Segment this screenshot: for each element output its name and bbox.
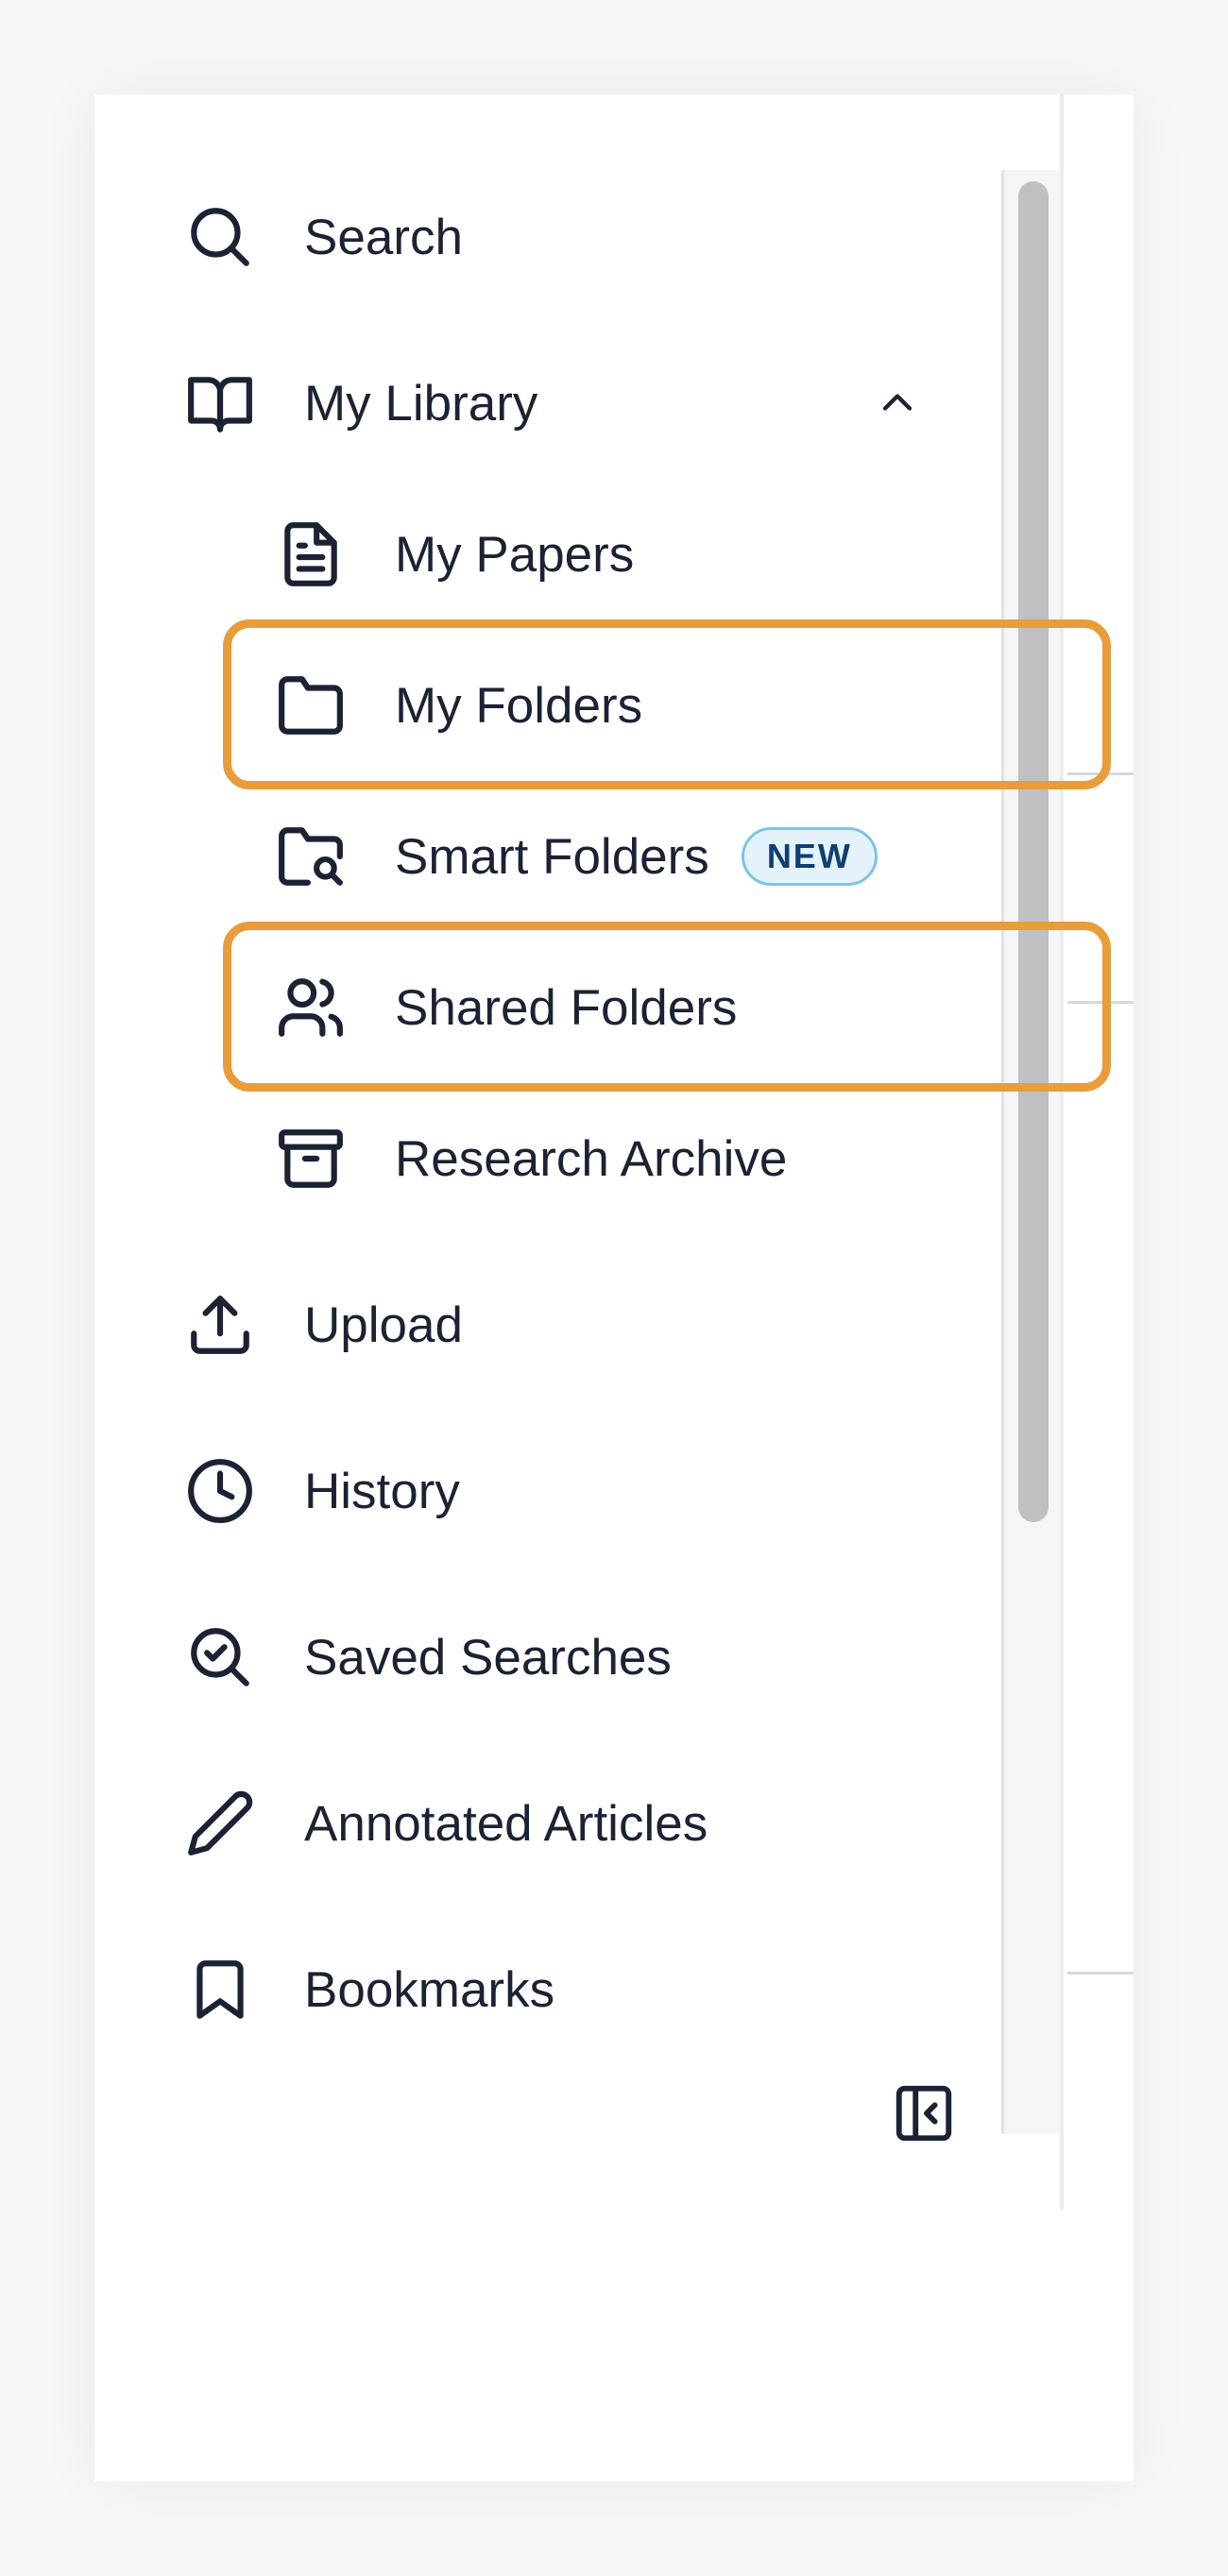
sidebar-card: Search My Library My Papers My Folders S… — [94, 94, 1134, 2482]
archive-icon — [276, 1124, 346, 1194]
users-icon — [276, 973, 346, 1042]
search-check-icon — [185, 1622, 255, 1692]
nav-item-annotated-articles[interactable]: Annotated Articles — [185, 1788, 708, 1858]
scrollbar-thumb[interactable] — [1018, 181, 1049, 1522]
sidebar-item-my-papers[interactable]: My Papers — [276, 519, 634, 589]
nav-item-history[interactable]: History — [185, 1456, 460, 1526]
sidebar-item-label: My Papers — [395, 526, 635, 583]
content-divider — [1067, 772, 1134, 775]
sidebar-item-label: Smart Folders — [395, 828, 709, 885]
sidebar-divider — [1060, 94, 1064, 2210]
nav-item-label: My Library — [304, 375, 538, 432]
nav-item-label: Search — [304, 209, 463, 265]
nav-item-saved-searches[interactable]: Saved Searches — [185, 1622, 672, 1692]
pencil-icon — [185, 1788, 255, 1858]
file-text-icon — [276, 519, 346, 589]
collapse-sidebar-button[interactable] — [886, 2076, 962, 2151]
content-divider — [1067, 1001, 1134, 1004]
search-icon — [185, 202, 255, 272]
nav-item-label: Bookmarks — [304, 1961, 555, 2018]
folder-icon — [276, 670, 346, 740]
chevron-up-icon[interactable] — [869, 374, 926, 431]
nav-item-label: Annotated Articles — [304, 1795, 708, 1852]
nav-item-my-library[interactable]: My Library — [185, 368, 537, 438]
upload-icon — [185, 1290, 255, 1360]
sidebar-item-label: Shared Folders — [395, 979, 738, 1036]
book-open-icon — [185, 368, 255, 438]
sidebar-item-smart-folders[interactable]: Smart Folders NEW — [276, 822, 878, 891]
content-divider — [1067, 1972, 1134, 1974]
bookmark-icon — [185, 1955, 255, 2025]
folder-search-icon — [276, 822, 346, 891]
sidebar-item-label: Research Archive — [395, 1130, 788, 1187]
sidebar-item-label: My Folders — [395, 677, 643, 734]
sidebar-item-research-archive[interactable]: Research Archive — [276, 1124, 787, 1194]
sidebar-collapse-icon — [895, 2085, 952, 2142]
new-badge: NEW — [741, 827, 878, 886]
nav-item-bookmarks[interactable]: Bookmarks — [185, 1955, 554, 2025]
nav-item-search[interactable]: Search — [185, 202, 463, 272]
nav-item-label: Upload — [304, 1296, 463, 1353]
nav-item-upload[interactable]: Upload — [185, 1290, 463, 1360]
clock-icon — [185, 1456, 255, 1526]
sidebar-item-my-folders[interactable]: My Folders — [276, 670, 642, 740]
nav-item-label: History — [304, 1463, 460, 1519]
sidebar-item-shared-folders[interactable]: Shared Folders — [276, 973, 737, 1042]
nav-item-label: Saved Searches — [304, 1629, 672, 1686]
